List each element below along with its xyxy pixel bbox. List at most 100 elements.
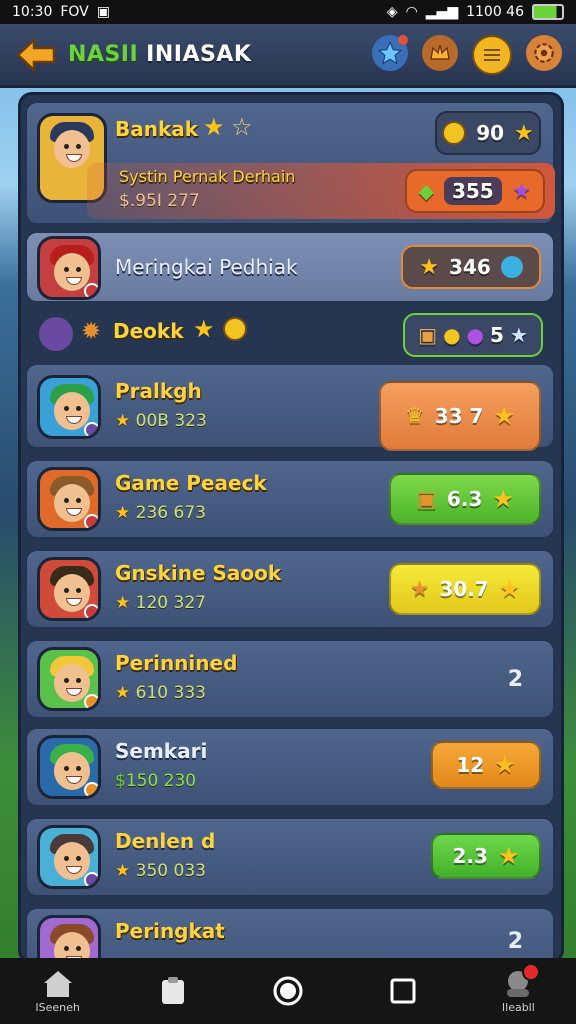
- row-values-text: 00B 323: [135, 411, 207, 431]
- score-pill: ★ 346: [401, 245, 541, 289]
- row-values-text: 150 230: [125, 771, 197, 791]
- player-name: Semkari: [115, 739, 208, 763]
- crown-badge-icon: ♛: [405, 403, 425, 429]
- nav-profile-label: Ileabll: [501, 1000, 535, 1014]
- coin-score-value: 90: [476, 121, 505, 145]
- home-icon: [43, 970, 72, 997]
- star-icon: ★: [493, 402, 515, 430]
- score-pill: 12 ★: [431, 741, 541, 789]
- smile-coin-icon: [223, 317, 247, 341]
- leaderboard-row[interactable]: Bankak ★ ☆ 90 ★ Systin Pernak Derhain $.…: [25, 101, 555, 225]
- player-avatar: [37, 467, 101, 531]
- star-icon: ★: [497, 842, 520, 870]
- player-name: Pralkgh: [115, 379, 202, 403]
- score-value: 2.3: [452, 844, 488, 868]
- items-value: 5: [489, 323, 504, 347]
- score-value: 346: [448, 255, 491, 279]
- back-arrow-icon: [16, 37, 56, 72]
- notification-dot: [522, 962, 541, 981]
- leaf-icon: ◆: [418, 179, 434, 203]
- score-value: 6.3: [446, 487, 483, 511]
- star-icon: ★: [203, 113, 225, 141]
- player-name: Gnskine Saook: [115, 561, 282, 585]
- purple-star-icon: ★: [511, 178, 532, 204]
- status-carrier: FOV: [60, 4, 89, 20]
- settings-gear-icon[interactable]: [526, 34, 562, 71]
- status-bar: 10:30 FOV ▣ ◈ ◠ ▂▄▆ 1100 46: [0, 0, 576, 24]
- nav-profile[interactable]: Ileabll: [478, 962, 558, 1014]
- row-values: ★ 350 033: [115, 861, 206, 881]
- player-avatar: [37, 375, 101, 439]
- player-name: Meringkai Pedhiak: [115, 255, 298, 279]
- nav-home[interactable]: ISeeneh: [18, 969, 98, 1014]
- coin-score-pill: 90 ★: [435, 111, 541, 155]
- star-icon: ★: [498, 575, 521, 603]
- row-values-text: 610 333: [135, 683, 206, 703]
- player-name: Peringkat: [115, 919, 225, 943]
- star-icon: ★: [419, 254, 439, 280]
- gem-score-value: 355: [443, 177, 502, 205]
- row-values: ★ 610 333: [115, 683, 206, 703]
- leaderboard-row[interactable]: Peringkat 2: [25, 907, 555, 961]
- status-time: 10:30: [12, 4, 53, 20]
- battery-icon: [532, 4, 564, 20]
- player-avatar: [37, 915, 101, 961]
- row-values-text: 350 033: [135, 861, 206, 881]
- menu-coin-icon[interactable]: [472, 34, 512, 75]
- crest-icon: ✹: [81, 317, 102, 345]
- leaderboard-row[interactable]: Game Peaeck ★ 236 673 ▣ 6.3 ★: [25, 459, 555, 539]
- row-values: $.95I 277: [119, 191, 200, 211]
- player-name: Bankak: [115, 117, 199, 141]
- row-subtitle: Systin Pernak Derhain: [119, 167, 296, 186]
- leaderboard-row[interactable]: Pralkgh ★ 00B 323 ♛ 33 7 ★: [25, 363, 555, 451]
- chest-icon: ▣: [418, 323, 438, 347]
- square-recents-icon: [390, 978, 416, 1004]
- back-button[interactable]: [14, 35, 58, 75]
- row-values: ★ 236 673: [115, 503, 206, 523]
- nav-recents[interactable]: [363, 977, 443, 1005]
- row-values: $150 230: [115, 771, 197, 791]
- score-pill: ♛ 33 7 ★: [379, 381, 541, 451]
- leaderboard-row[interactable]: Perinnined ★ 610 333 2: [25, 639, 555, 719]
- score-pill: 2.3 ★: [431, 833, 541, 879]
- leaderboard-row[interactable]: Gnskine Saook ★ 120 327 ★ 30.7 ★: [25, 549, 555, 629]
- clipboard-icon: [161, 977, 184, 1004]
- leaderboard-row[interactable]: Semkari $150 230 12 ★: [25, 727, 555, 807]
- nav-home-label: ISeeneh: [35, 1000, 80, 1014]
- globe-icon: [500, 256, 523, 278]
- star-icon: ★: [492, 485, 514, 513]
- potion-icon: ●: [466, 323, 484, 347]
- player-name: Denlen d: [115, 829, 216, 853]
- leaderboard-row[interactable]: Denlen d ★ 350 033 2.3 ★: [25, 817, 555, 897]
- player-name: Game Peaeck: [115, 471, 267, 495]
- vibrate-icon: ◈: [386, 4, 398, 20]
- battery-text: 1100 46: [466, 4, 524, 20]
- title-part-2: INIASAK: [146, 42, 252, 67]
- star-icon: ★: [514, 120, 534, 146]
- player-name: Perinnined: [115, 651, 238, 675]
- row-highlight-strip: Systin Pernak Derhain $.95I 277 ◆ 355 ★: [87, 163, 555, 219]
- signal-icon: ▂▄▆: [425, 4, 459, 20]
- title-part-1: NASII: [68, 42, 139, 67]
- player-avatar: [37, 557, 101, 621]
- nav-home-circle[interactable]: [248, 975, 328, 1007]
- score-value: 33 7: [434, 404, 484, 428]
- row-values-text: 120 327: [135, 593, 206, 613]
- chest-icon: ▣: [416, 486, 437, 512]
- leaderboard-panel: Bankak ★ ☆ 90 ★ Systin Pernak Derhain $.…: [18, 92, 564, 964]
- leaderboard-row[interactable]: Meringkai Pedhiak ★ 346: [25, 231, 555, 303]
- crown-icon[interactable]: [422, 34, 458, 71]
- mini-avatar-icon: [39, 317, 73, 351]
- player-avatar: [37, 647, 101, 711]
- circle-home-icon: [273, 976, 303, 1006]
- leaderboard-row[interactable]: ✹ Deokk ★ ▣ ● ● 5 ★: [25, 309, 555, 361]
- gem-score-pill: ◆ 355 ★: [405, 169, 545, 213]
- score-pill: ★ 30.7 ★: [389, 563, 541, 615]
- score-value: 30.7: [439, 577, 489, 601]
- row-values-text: 236 673: [135, 503, 206, 523]
- score-value: 12: [456, 753, 485, 777]
- nav-files[interactable]: [133, 976, 213, 1006]
- row-values: ★ 120 327: [115, 593, 206, 613]
- star-icon: ★: [409, 576, 430, 602]
- star-friend-icon[interactable]: [372, 34, 408, 71]
